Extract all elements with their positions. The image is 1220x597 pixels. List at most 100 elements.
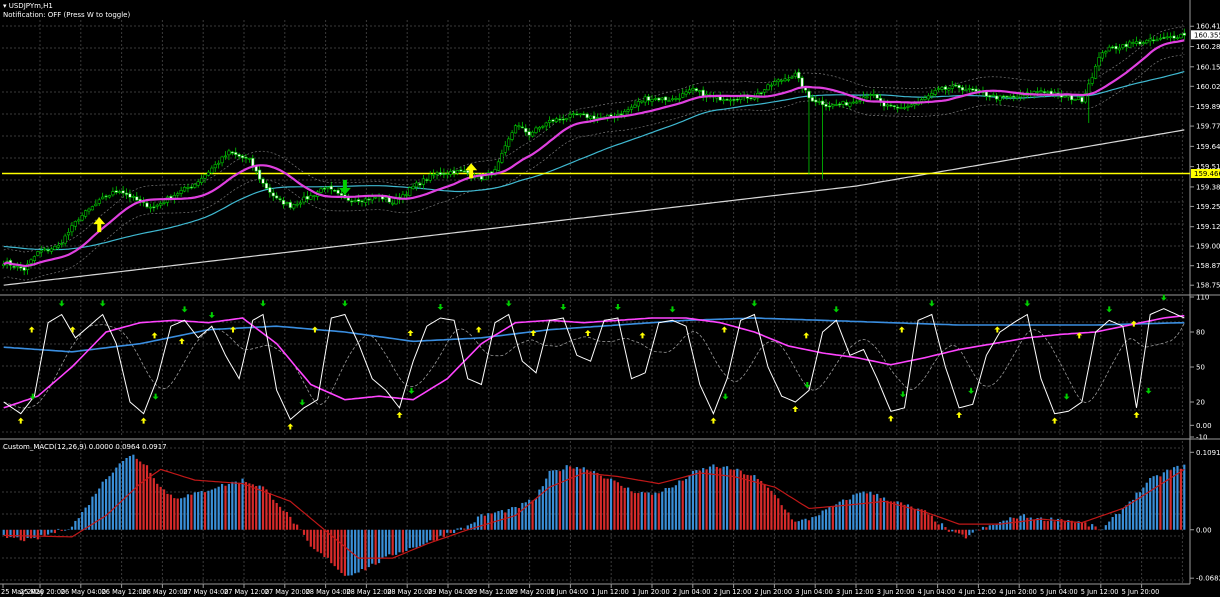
- candle-body: [281, 199, 286, 205]
- macd-bar: [739, 470, 742, 530]
- macd-bar: [251, 484, 254, 530]
- macd-bar: [425, 529, 428, 543]
- macd-bar: [780, 505, 783, 530]
- stoch-down-arrow-icon: [437, 304, 444, 310]
- candle-body: [445, 173, 449, 176]
- candle-body: [629, 106, 634, 110]
- macd-bar: [1104, 525, 1107, 530]
- macd-bar: [64, 529, 67, 531]
- candle-body: [868, 94, 872, 96]
- macd-bar: [453, 529, 456, 534]
- candle-body: [664, 96, 668, 101]
- macd-bar: [149, 472, 152, 530]
- macd-bar: [787, 512, 790, 530]
- macd-tick-label: -0.0682: [1196, 575, 1220, 583]
- macd-bar: [135, 458, 138, 530]
- candle-body: [670, 98, 675, 101]
- candle-body: [530, 131, 535, 137]
- time-tick-label: 2 Jun 04:00: [673, 588, 711, 596]
- macd-bar: [1121, 507, 1124, 530]
- macd-bar: [50, 529, 53, 533]
- macd-bar: [340, 529, 343, 574]
- candle-body: [356, 199, 361, 202]
- candle-body: [1148, 38, 1152, 42]
- stoch-slow-line: [3, 317, 1185, 353]
- macd-title: Custom_MACD(12,26,9) 0.0000 0.0964 0.091…: [3, 443, 167, 451]
- price-tick-label: 160.150: [1196, 63, 1220, 71]
- macd-bar: [661, 491, 664, 530]
- candle-body: [309, 195, 313, 200]
- candle-body: [1100, 52, 1105, 59]
- price-tick-label: 159.640: [1196, 143, 1220, 151]
- macd-bar: [1043, 520, 1046, 530]
- macd-bar: [139, 461, 142, 530]
- macd-bar: [811, 517, 814, 530]
- macd-bar: [937, 524, 940, 530]
- macd-bar: [862, 491, 865, 530]
- candle-body: [732, 99, 736, 101]
- macd-bar: [852, 494, 855, 530]
- macd-bar: [657, 493, 660, 530]
- trading-chart[interactable]: 160.410 160.280 160.150 160.025 159.895 159.7…: [0, 0, 1220, 597]
- candle-body: [200, 177, 204, 183]
- macd-bar: [623, 487, 626, 530]
- stoch-down-arrow-icon: [99, 300, 106, 307]
- candle-body: [950, 85, 954, 89]
- macd-bar: [108, 476, 111, 530]
- macd-bar: [220, 483, 224, 530]
- candle-body: [1114, 46, 1118, 50]
- candle-body: [974, 88, 978, 92]
- candle-body: [937, 88, 941, 90]
- macd-bar: [667, 487, 671, 530]
- price-tick-label: 159.000: [1196, 243, 1220, 251]
- macd-bar: [84, 507, 87, 530]
- candle-body: [421, 178, 425, 185]
- macd-bar: [521, 502, 524, 530]
- candle-body: [155, 204, 159, 207]
- macd-bar: [1176, 465, 1179, 530]
- macd-bar: [77, 518, 80, 530]
- candle-body: [370, 196, 374, 201]
- candle-body: [60, 243, 64, 245]
- candle-body: [1042, 91, 1046, 94]
- candle-body: [264, 182, 269, 189]
- candle-body: [964, 89, 968, 92]
- candle-body: [329, 185, 333, 190]
- macd-bar: [749, 475, 753, 530]
- notification-label: Notification: OFF (Press W to toggle): [3, 11, 131, 19]
- candle-body: [339, 193, 344, 196]
- macd-bar: [152, 478, 155, 530]
- candle-body: [1134, 41, 1139, 44]
- macd-bar: [1101, 529, 1104, 531]
- candle-body: [588, 115, 593, 119]
- candle-body: [36, 251, 40, 256]
- macd-bar: [490, 513, 493, 530]
- macd-bar: [893, 501, 896, 530]
- candle-body: [1066, 95, 1070, 98]
- candle-body: [1073, 99, 1077, 101]
- macd-bar: [770, 490, 773, 530]
- macd-bar: [841, 499, 845, 530]
- candle-body: [776, 79, 780, 83]
- macd-bar: [992, 524, 995, 530]
- candle-body: [609, 114, 613, 117]
- candle-body: [240, 155, 245, 159]
- candle-body: [885, 104, 890, 107]
- candle-body: [462, 170, 466, 173]
- time-tick-label: 29 May 12:00: [469, 588, 514, 596]
- macd-bar: [476, 516, 480, 530]
- macd-bar: [319, 529, 323, 554]
- macd-bar: [142, 464, 145, 530]
- macd-tick-label: 0.1091: [1196, 449, 1220, 457]
- macd-bar: [442, 529, 445, 537]
- candle-body: [1104, 51, 1108, 54]
- candle-body: [957, 85, 961, 89]
- candle-body: [943, 86, 948, 90]
- stoch-tick-label: 50: [1196, 364, 1205, 372]
- candle-body: [411, 185, 415, 189]
- candle-body: [585, 113, 589, 119]
- macd-bar: [210, 489, 213, 530]
- stoch-down-arrow-icon: [614, 304, 621, 310]
- candle-body: [83, 210, 88, 217]
- candle-body: [848, 102, 852, 107]
